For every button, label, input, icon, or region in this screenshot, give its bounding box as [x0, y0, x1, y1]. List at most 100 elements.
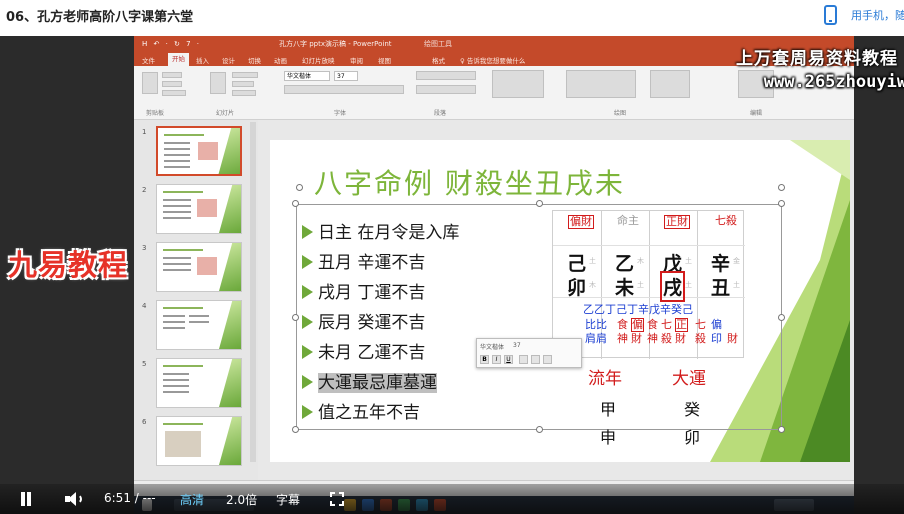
video-player[interactable]: H ↶ · ↻ 7 · 孔方八字 pptx演示稿 - PowerPoint 绘图…: [0, 36, 904, 514]
font-name-select[interactable]: 华文楷体: [284, 71, 330, 81]
copy-button[interactable]: [162, 81, 182, 87]
resize-handle[interactable]: [536, 426, 543, 433]
cut-button[interactable]: [162, 72, 182, 78]
bullet-item[interactable]: 戌月 丁運不吉: [302, 278, 425, 304]
tab-file[interactable]: 文件: [142, 55, 155, 65]
document-title: 孔方八字 pptx演示稿 - PowerPoint: [279, 40, 392, 48]
slide-thumbnail-1[interactable]: [156, 126, 242, 176]
underline-button[interactable]: U: [504, 355, 513, 364]
slide-thumbnail-2[interactable]: [156, 184, 242, 234]
drawing-tools-label: 绘图工具: [424, 40, 452, 48]
hidden-god-bottom: 肩: [585, 332, 596, 345]
reset-button[interactable]: [232, 81, 254, 87]
font-color-button[interactable]: [531, 355, 540, 364]
bullet-item-selected[interactable]: 大運最忌庫墓運: [302, 368, 437, 394]
fullscreen-icon[interactable]: [330, 492, 344, 506]
align-buttons[interactable]: [416, 85, 476, 94]
watermark-brand: 上万套周易资料教程: [736, 49, 898, 69]
format-painter-button[interactable]: [162, 90, 186, 96]
tab-slideshow[interactable]: 幻灯片放映: [302, 55, 335, 65]
arrow-bullet-icon: [302, 285, 313, 299]
ten-god-label: 偏財: [568, 215, 594, 229]
element-mark: 木: [589, 281, 596, 289]
tab-view[interactable]: 视图: [378, 55, 391, 65]
hidden-god-bottom: 財: [631, 332, 642, 345]
bold-button[interactable]: B: [480, 355, 489, 364]
highlight-button[interactable]: [543, 355, 552, 364]
volume-icon[interactable]: [65, 491, 83, 507]
slide-thumbnail-4[interactable]: [156, 300, 242, 350]
watch-on-phone-link[interactable]: 用手机，随: [851, 7, 904, 23]
video-controls: 6:51 / --- 高清 2.0倍 字幕: [0, 484, 904, 514]
tab-insert[interactable]: 插入: [196, 55, 209, 65]
bullet-item[interactable]: 值之五年不吉: [302, 398, 420, 424]
element-mark: 木: [637, 257, 644, 265]
resize-handle[interactable]: [536, 200, 543, 207]
new-slide-button[interactable]: [210, 72, 226, 94]
resize-handle[interactable]: [296, 184, 303, 191]
heavenly-stem: 乙: [615, 253, 635, 275]
tab-design[interactable]: 设计: [222, 55, 235, 65]
ten-god-label: 七殺: [715, 214, 737, 227]
hidden-god-bottom: 殺: [695, 332, 706, 345]
resize-handle[interactable]: [778, 314, 785, 321]
font-format-buttons[interactable]: [284, 85, 404, 94]
slide-canvas[interactable]: 八字命例 财殺坐丑戌未 日主 在月令是入库 丑月 辛運不吉 戌月 丁運不吉 辰月: [270, 140, 850, 462]
arrow-bullet-icon: [302, 255, 313, 269]
list-buttons[interactable]: [416, 71, 476, 80]
element-mark: 土: [589, 257, 596, 265]
mini-font-size[interactable]: 37: [513, 342, 521, 349]
italic-button[interactable]: I: [492, 355, 501, 364]
earthly-branch-highlighted: 戌: [660, 271, 686, 302]
tab-format[interactable]: 格式: [432, 55, 445, 65]
tab-review[interactable]: 审阅: [350, 55, 363, 65]
arrange-button[interactable]: [650, 70, 690, 98]
bullet-item[interactable]: 丑月 辛運不吉: [302, 248, 425, 274]
element-mark: 土: [685, 257, 692, 265]
quality-button[interactable]: 高清: [180, 491, 204, 508]
speed-button[interactable]: 2.0倍: [226, 491, 257, 508]
slide-title[interactable]: 八字命例 财殺坐丑戌未: [314, 162, 625, 202]
mini-format-toolbar[interactable]: 华文楷体 37 B I U: [476, 338, 582, 368]
quick-access-toolbar[interactable]: H ↶ · ↻ 7 ·: [142, 36, 201, 52]
hidden-god-bottom: 肩: [596, 332, 607, 345]
thumbnail-scrollbar[interactable]: [250, 122, 256, 462]
section-button[interactable]: [232, 90, 256, 96]
tab-transitions[interactable]: 切换: [248, 55, 261, 65]
tell-me-search[interactable]: ♀ 告诉我您想要做什么: [460, 55, 525, 65]
shapes-gallery[interactable]: [566, 70, 636, 98]
paste-button[interactable]: [142, 72, 158, 94]
resize-handle[interactable]: [292, 426, 299, 433]
resize-handle[interactable]: [778, 184, 785, 191]
bazi-chart-table[interactable]: 偏財 命主 正財 七殺 己 乙 戊 辛 卯 未 戌 丑 土 木 土 金 木 土 …: [552, 210, 745, 359]
phone-icon[interactable]: [824, 5, 837, 25]
resize-handle[interactable]: [778, 426, 785, 433]
hidden-god-top: 正: [675, 318, 688, 332]
slide-thumbnail-3[interactable]: [156, 242, 242, 292]
slide-thumbnail-5[interactable]: [156, 358, 242, 408]
subtitle-button[interactable]: 字幕: [276, 491, 300, 508]
bullet-item[interactable]: 辰月 癸運不吉: [302, 308, 425, 334]
tab-animations[interactable]: 动画: [274, 55, 287, 65]
liunian-branch: 申: [600, 428, 617, 447]
powerpoint-window: H ↶ · ↻ 7 · 孔方八字 pptx演示稿 - PowerPoint 绘图…: [134, 36, 854, 514]
bullet-item[interactable]: 未月 乙運不吉: [302, 338, 425, 364]
page-header: 06、孔方老师高阶八字课第六堂 用手机，随: [0, 0, 904, 32]
ten-god-label: 正財: [664, 215, 690, 229]
tab-home[interactable]: 开始: [168, 53, 189, 66]
thumb-number: 1: [142, 128, 147, 136]
text-direction-group[interactable]: [492, 70, 544, 98]
hidden-god-top: 比: [585, 318, 596, 331]
mini-font-name[interactable]: 华文楷体: [480, 342, 504, 351]
slide-thumbnail-6[interactable]: [156, 416, 242, 466]
heavenly-stem: 辛: [711, 253, 731, 275]
resize-handle[interactable]: [292, 200, 299, 207]
resize-handle[interactable]: [778, 200, 785, 207]
font-size-select[interactable]: 37: [334, 71, 358, 81]
element-mark: 土: [637, 281, 644, 289]
resize-handle[interactable]: [292, 314, 299, 321]
pause-icon[interactable]: [19, 492, 33, 506]
bullet-item[interactable]: 日主 在月令是入库: [302, 218, 459, 244]
layout-button[interactable]: [232, 72, 258, 78]
align-button[interactable]: [519, 355, 528, 364]
